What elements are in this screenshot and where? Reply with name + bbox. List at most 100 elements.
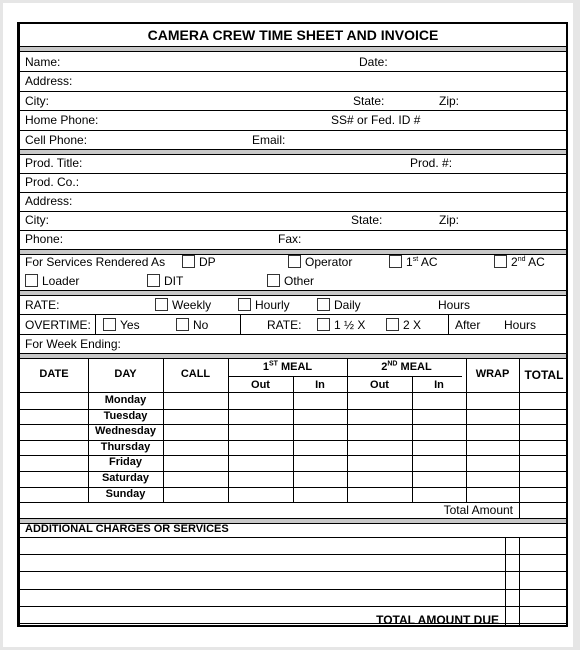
date-cell[interactable] <box>20 393 88 409</box>
week-ending-field[interactable] <box>20 335 566 353</box>
meal1-in-cell[interactable] <box>293 455 347 471</box>
one-half-checkbox[interactable] <box>317 318 330 331</box>
prod-title-field[interactable] <box>20 155 566 173</box>
date-cell[interactable] <box>20 409 88 425</box>
meal2-out-cell[interactable] <box>347 487 412 503</box>
service-dit[interactable]: DIT <box>147 274 183 288</box>
dit-checkbox[interactable] <box>147 274 160 287</box>
prod-phone-field[interactable] <box>20 231 566 249</box>
service-2nd-ac[interactable]: 2nd AC <box>494 255 545 269</box>
rate-daily[interactable]: Daily <box>317 298 361 312</box>
date-cell[interactable] <box>20 487 88 503</box>
meal1-in-cell[interactable] <box>293 487 347 503</box>
meal1-in-cell[interactable] <box>293 471 347 487</box>
meal2-in-cell[interactable] <box>412 487 466 503</box>
meal1-out-cell[interactable] <box>228 424 293 440</box>
call-cell[interactable] <box>163 409 228 425</box>
call-cell[interactable] <box>163 471 228 487</box>
overtime-two[interactable]: 2 X <box>386 318 421 332</box>
overtime-yes[interactable]: Yes <box>103 318 140 332</box>
meal2-in-cell[interactable] <box>412 471 466 487</box>
meal1-out-cell[interactable] <box>228 440 293 456</box>
meal2-out-cell[interactable] <box>347 440 412 456</box>
service-loader[interactable]: Loader <box>25 274 79 288</box>
other-checkbox[interactable] <box>267 274 280 287</box>
meal1-in-cell[interactable] <box>293 409 347 425</box>
meal1-out-cell[interactable] <box>228 487 293 503</box>
charge-amount-field[interactable] <box>519 554 566 571</box>
wrap-cell[interactable] <box>466 424 519 440</box>
meal2-in-cell[interactable] <box>412 440 466 456</box>
two-x-checkbox[interactable] <box>386 318 399 331</box>
total-amount-due-cell[interactable] <box>519 610 566 627</box>
charge-amount-field[interactable] <box>519 571 566 588</box>
wrap-cell[interactable] <box>466 409 519 425</box>
operator-checkbox[interactable] <box>288 255 301 268</box>
meal2-out-cell[interactable] <box>347 409 412 425</box>
call-cell[interactable] <box>163 393 228 409</box>
meal2-in-cell[interactable] <box>412 393 466 409</box>
daily-checkbox[interactable] <box>317 298 330 311</box>
total-cell[interactable] <box>519 487 569 503</box>
wrap-cell[interactable] <box>466 440 519 456</box>
call-cell[interactable] <box>163 424 228 440</box>
rate-weekly[interactable]: Weekly <box>155 298 211 312</box>
date-cell[interactable] <box>20 455 88 471</box>
prod-co-field[interactable] <box>20 174 566 192</box>
name-field[interactable] <box>20 52 566 71</box>
wrap-cell[interactable] <box>466 393 519 409</box>
service-operator[interactable]: Operator <box>288 255 352 269</box>
prod-city-field[interactable] <box>20 212 566 230</box>
call-cell[interactable] <box>163 487 228 503</box>
total-cell[interactable] <box>519 393 569 409</box>
meal2-out-cell[interactable] <box>347 471 412 487</box>
meal2-out-cell[interactable] <box>347 393 412 409</box>
wrap-cell[interactable] <box>466 471 519 487</box>
total-cell[interactable] <box>519 409 569 425</box>
loader-checkbox[interactable] <box>25 274 38 287</box>
city-field[interactable] <box>20 92 566 111</box>
meal1-in-cell[interactable] <box>293 440 347 456</box>
charge-description-field[interactable] <box>20 571 505 588</box>
charge-description-field[interactable] <box>20 589 505 606</box>
cell-phone-field[interactable] <box>20 131 566 149</box>
meal1-out-cell[interactable] <box>228 471 293 487</box>
home-phone-field[interactable] <box>20 111 566 130</box>
wrap-cell[interactable] <box>466 487 519 503</box>
overtime-one-half[interactable]: 1 ½ X <box>317 318 365 332</box>
wrap-cell[interactable] <box>466 455 519 471</box>
meal1-out-cell[interactable] <box>228 455 293 471</box>
total-cell[interactable] <box>519 455 569 471</box>
first-ac-checkbox[interactable] <box>389 255 402 268</box>
dp-checkbox[interactable] <box>182 255 195 268</box>
hourly-checkbox[interactable] <box>238 298 251 311</box>
meal2-in-cell[interactable] <box>412 424 466 440</box>
meal1-in-cell[interactable] <box>293 424 347 440</box>
service-dp[interactable]: DP <box>182 255 216 269</box>
meal1-out-cell[interactable] <box>228 393 293 409</box>
charge-amount-field[interactable] <box>519 537 566 554</box>
total-cell[interactable] <box>519 424 569 440</box>
date-cell[interactable] <box>20 440 88 456</box>
total-cell[interactable] <box>519 440 569 456</box>
prod-address-field[interactable] <box>20 193 566 211</box>
meal2-out-cell[interactable] <box>347 424 412 440</box>
meal2-out-cell[interactable] <box>347 455 412 471</box>
call-cell[interactable] <box>163 440 228 456</box>
service-other[interactable]: Other <box>267 274 314 288</box>
charge-description-field[interactable] <box>20 554 505 571</box>
service-1st-ac[interactable]: 1st AC <box>389 255 437 269</box>
charge-description-field[interactable] <box>20 537 505 554</box>
weekly-checkbox[interactable] <box>155 298 168 311</box>
total-amount-cell[interactable] <box>519 502 566 518</box>
total-cell[interactable] <box>519 471 569 487</box>
no-checkbox[interactable] <box>176 318 189 331</box>
rate-hourly[interactable]: Hourly <box>238 298 290 312</box>
call-cell[interactable] <box>163 455 228 471</box>
yes-checkbox[interactable] <box>103 318 116 331</box>
meal1-out-cell[interactable] <box>228 409 293 425</box>
overtime-no[interactable]: No <box>176 318 208 332</box>
date-cell[interactable] <box>20 471 88 487</box>
meal1-in-cell[interactable] <box>293 393 347 409</box>
charge-amount-field[interactable] <box>519 589 566 606</box>
